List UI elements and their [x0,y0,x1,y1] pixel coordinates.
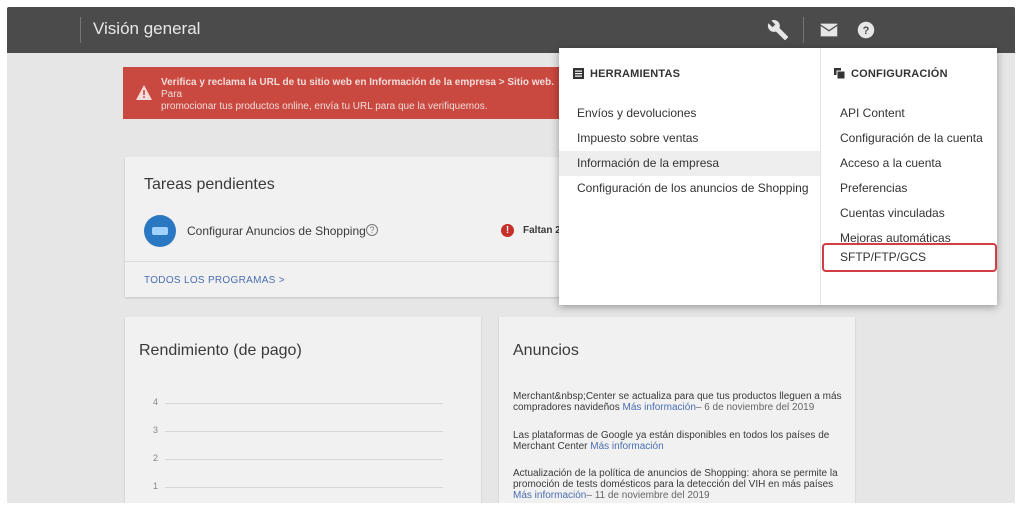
menu-item-api-content[interactable]: API Content [820,101,997,126]
error-icon: ! [501,224,514,237]
alert-message: Verifica y reclama la URL de tu sitio we… [161,77,557,113]
mail-icon[interactable] [818,19,840,41]
alert-bold-text: Verifica y reclama la URL de tu sitio we… [161,77,555,88]
announcement-date: – 6 de noviembre del 2019 [695,402,815,413]
all-programs-link[interactable]: TODOS LOS PROGRAMAS > [144,275,285,286]
shopping-ads-icon [144,215,176,247]
menu-item-sales-tax[interactable]: Impuesto sobre ventas [559,126,820,151]
page-title: Visión general [93,19,201,38]
top-app-bar: Visión general ? [7,7,1015,53]
wrench-icon[interactable] [767,19,789,41]
y-tick-2: 2 [153,453,159,463]
tools-heading-text: HERRAMIENTAS [590,68,681,80]
config-heading-text: CONFIGURACIÓN [851,68,948,80]
announcements-title: Anuncios [513,342,579,359]
task-item-label[interactable]: Configurar Anuncios de Shopping [187,224,366,238]
announcement-text: Actualización de la política de anuncios… [513,468,838,490]
tools-heading: HERRAMIENTAS [573,68,680,82]
tools-list-icon [573,68,584,82]
highlight-outline [822,243,997,272]
header-divider [80,17,81,43]
performance-card: Rendimiento (de pago) 4 3 2 1 [125,317,481,503]
svg-text:?: ? [863,25,870,37]
help-icon[interactable]: ? [855,19,877,41]
task-status: Faltan 2 [523,225,561,236]
config-heading: CONFIGURACIÓN [834,68,948,82]
y-tick-4: 4 [153,397,159,407]
card-divider [125,261,565,262]
grid-line [165,403,443,404]
menu-item-business-info[interactable]: Información de la empresa [559,151,820,176]
help-circle-icon[interactable]: ? [366,224,378,236]
announcement-item: Merchant&nbsp;Center se actualiza para q… [513,391,843,413]
grid-line [165,459,443,460]
more-info-link[interactable]: Más información [513,490,586,501]
tasks-card: Tareas pendientes Configurar Anuncios de… [125,157,565,297]
tasks-title: Tareas pendientes [144,176,275,193]
performance-title: Rendimiento (de pago) [139,342,302,359]
announcement-item: Actualización de la política de anuncios… [513,468,843,501]
menu-item-preferences[interactable]: Preferencias [820,176,997,201]
more-info-link[interactable]: Más información [623,402,696,413]
app-window: Visión general ? Verifica y reclama la U… [7,7,1015,503]
warning-icon [136,85,152,104]
menu-item-linked-accounts[interactable]: Cuentas vinculadas [820,201,997,226]
tools-menu: HERRAMIENTAS Envíos y devoluciones Impue… [559,48,997,305]
menu-item-account-settings[interactable]: Configuración de la cuenta [820,126,997,151]
menu-item-shopping-ads-config[interactable]: Configuración de los anuncios de Shoppin… [559,176,820,201]
announcement-date: – 11 de noviembre del 2019 [586,490,710,501]
y-tick-1: 1 [153,481,159,491]
announcement-item: Las plataformas de Google ya están dispo… [513,430,843,452]
y-tick-3: 3 [153,425,159,435]
menu-item-account-access[interactable]: Acceso a la cuenta [820,151,997,176]
alert-line2: promocionar tus productos online, envía … [161,101,488,112]
menu-item-shipping[interactable]: Envíos y devoluciones [559,101,820,126]
verification-alert: Verifica y reclama la URL de tu sitio we… [123,67,563,119]
header-separator [803,17,804,43]
announcement-text: Las plataformas de Google ya están dispo… [513,430,830,452]
grid-line [165,487,443,488]
alert-text-tail: Para [161,89,183,100]
grid-line [165,431,443,432]
more-info-link[interactable]: Más información [590,441,663,452]
config-settings-icon [834,68,846,82]
announcements-card: Anuncios Merchant&nbsp;Center se actuali… [499,317,855,503]
